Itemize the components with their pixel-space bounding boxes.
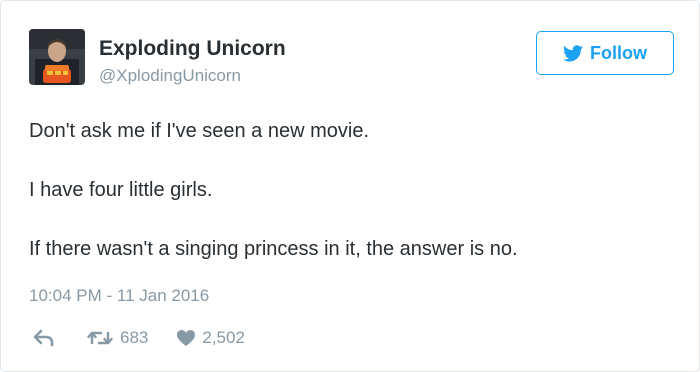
retweet-button[interactable]: 683	[87, 328, 148, 348]
retweet-icon	[87, 331, 113, 345]
tweet-timestamp[interactable]: 10:04 PM - 11 Jan 2016	[29, 286, 209, 306]
tweet-line: If there wasn't a singing princess in it…	[29, 238, 518, 260]
author-display-name[interactable]: Exploding Unicorn	[99, 37, 286, 61]
reply-icon	[33, 329, 54, 347]
tweet-text: Don't ask me if I've seen a new movie. I…	[29, 115, 679, 292]
tweet-card: Exploding Unicorn @XplodingUnicorn Follo…	[0, 0, 700, 372]
tweet-actions: 683 2,502	[29, 323, 245, 353]
follow-button-label: Follow	[590, 42, 647, 63]
tweet-line: I have four little girls.	[29, 179, 213, 201]
retweet-count: 683	[120, 328, 149, 347]
avatar-image	[29, 29, 85, 85]
heart-icon	[177, 330, 196, 346]
follow-button[interactable]: Follow	[536, 31, 674, 75]
avatar[interactable]	[29, 29, 85, 85]
twitter-bird-icon	[563, 44, 583, 61]
tweet-header: Exploding Unicorn @XplodingUnicorn Follo…	[29, 29, 679, 89]
author-block: Exploding Unicorn @XplodingUnicorn	[99, 37, 286, 87]
tweet-line: Don't ask me if I've seen a new movie.	[29, 120, 370, 142]
reply-button[interactable]	[33, 329, 55, 347]
like-count: 2,502	[202, 328, 245, 347]
like-button[interactable]: 2,502	[176, 328, 245, 348]
author-handle[interactable]: @XplodingUnicorn	[99, 65, 286, 87]
